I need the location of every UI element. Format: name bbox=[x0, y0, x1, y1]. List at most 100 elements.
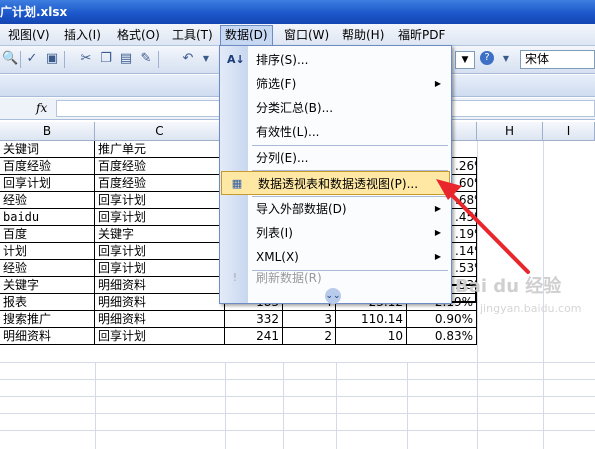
cell[interactable]: 报表 bbox=[0, 294, 95, 311]
cell[interactable]: 2 bbox=[283, 328, 336, 345]
cell[interactable]: 搜索推广 bbox=[0, 311, 95, 328]
cell[interactable]: 经验 bbox=[0, 260, 95, 277]
gridline bbox=[336, 362, 337, 449]
cell[interactable]: 明细资料 bbox=[95, 277, 225, 294]
menubar: 视图(V) 插入(I) 格式(O) 工具(T) 数据(D) 窗口(W) 帮助(H… bbox=[0, 24, 595, 46]
cell[interactable]: 关键词 bbox=[0, 141, 95, 158]
fx-icon[interactable]: fx bbox=[36, 101, 47, 115]
copy-icon[interactable]: ❐ bbox=[98, 51, 114, 67]
refresh-icon: ! bbox=[232, 271, 238, 284]
cell[interactable]: 332 bbox=[225, 311, 283, 328]
menu-foxit-pdf[interactable]: 福昕PDF bbox=[394, 26, 449, 44]
menu-item-label: 有效性(L)... bbox=[256, 125, 320, 139]
undo-icon[interactable]: ↶ bbox=[180, 51, 196, 67]
submenu-arrow-icon: ▶ bbox=[434, 228, 441, 237]
column-header-i[interactable]: I bbox=[543, 122, 595, 141]
cell[interactable]: 回享计划 bbox=[95, 192, 225, 209]
gridline bbox=[283, 362, 284, 449]
font-name-input[interactable]: 宋体 bbox=[520, 50, 595, 69]
cell[interactable]: .60% bbox=[452, 175, 477, 192]
toolbar-options-icon[interactable]: ▼ bbox=[498, 51, 514, 67]
cell[interactable]: 0.90% bbox=[407, 311, 477, 328]
cell[interactable]: .45% bbox=[452, 209, 477, 226]
cell[interactable]: baidu bbox=[0, 209, 95, 226]
menu-view[interactable]: 视图(V) bbox=[4, 26, 54, 44]
cut-icon[interactable]: ✂ bbox=[78, 51, 94, 67]
print-preview-icon[interactable]: 🔍 bbox=[2, 51, 18, 67]
menu-item-validation[interactable]: 有效性(L)... bbox=[220, 120, 451, 144]
menu-item-import-external-data[interactable]: 导入外部数据(D) ▶ bbox=[220, 197, 451, 221]
menu-tools[interactable]: 工具(T) bbox=[168, 26, 217, 44]
help-icon[interactable]: ? bbox=[480, 51, 494, 65]
cell[interactable]: 回享计划 bbox=[95, 260, 225, 277]
cell[interactable]: 百度 bbox=[0, 226, 95, 243]
cell[interactable]: .68% bbox=[452, 192, 477, 209]
menu-item-label: 排序(S)... bbox=[256, 53, 309, 67]
cell[interactable]: 110.14 bbox=[336, 311, 407, 328]
menu-item-label: 列表(I) bbox=[256, 226, 293, 240]
menu-insert[interactable]: 插入(I) bbox=[60, 26, 105, 44]
cell[interactable]: 明细资料 bbox=[95, 311, 225, 328]
toolbar-separator bbox=[20, 51, 21, 68]
cell[interactable]: 推广单元 bbox=[95, 141, 225, 158]
cell[interactable]: 明细资料 bbox=[0, 328, 95, 345]
data-menu-dropdown: A↓ 排序(S)... 筛选(F) ▶ 分类汇总(B)... 有效性(L)...… bbox=[219, 45, 452, 304]
toolbar-separator bbox=[64, 51, 65, 68]
cell[interactable]: 3 bbox=[283, 311, 336, 328]
cell[interactable]: 0.83% bbox=[407, 328, 477, 345]
menu-item-refresh-data: ! 刷新数据(R) bbox=[220, 266, 451, 290]
menu-item-pivot-table[interactable]: ▦ 数据透视表和数据透视图(P)... bbox=[221, 171, 450, 195]
cell[interactable]: 计划 bbox=[0, 243, 95, 260]
cell[interactable]: 明细资料 bbox=[95, 294, 225, 311]
menu-window[interactable]: 窗口(W) bbox=[280, 26, 333, 44]
gridline bbox=[0, 396, 595, 397]
expand-menu-icon[interactable]: ⌄⌄ bbox=[325, 288, 341, 304]
menu-help[interactable]: 帮助(H) bbox=[338, 26, 388, 44]
cell[interactable]: 10 bbox=[336, 328, 407, 345]
cell[interactable]: 241 bbox=[225, 328, 283, 345]
cell[interactable]: 关键字 bbox=[0, 277, 95, 294]
cell[interactable]: 回享计划 bbox=[95, 328, 225, 345]
cell[interactable]: 百度经验 bbox=[95, 175, 225, 192]
cell[interactable]: .14% bbox=[452, 243, 477, 260]
zoom-dropdown[interactable]: ▼ bbox=[455, 51, 475, 69]
gridline bbox=[407, 362, 408, 449]
cell[interactable]: 回享计划 bbox=[0, 175, 95, 192]
toolbar-separator bbox=[158, 51, 159, 68]
cell[interactable]: 回享计划 bbox=[95, 209, 225, 226]
column-header-g[interactable] bbox=[452, 122, 477, 141]
menu-item-subtotals[interactable]: 分类汇总(B)... bbox=[220, 96, 451, 120]
menu-item-list[interactable]: 列表(I) ▶ bbox=[220, 221, 451, 245]
window-title: 广计划.xlsx bbox=[0, 5, 68, 19]
cell[interactable]: 百度经验 bbox=[0, 158, 95, 175]
column-header-h[interactable]: H bbox=[477, 122, 543, 141]
column-header-b[interactable]: B bbox=[0, 122, 95, 141]
menu-item-label: 导入外部数据(D) bbox=[256, 202, 347, 216]
menu-item-text-to-columns[interactable]: 分列(E)... bbox=[220, 146, 451, 170]
cell[interactable]: 回享计划 bbox=[95, 243, 225, 260]
cell[interactable]: 关键字 bbox=[95, 226, 225, 243]
menu-item-label: 分列(E)... bbox=[256, 151, 309, 165]
baidu-watermark-url: jingyan.baidu.com bbox=[480, 302, 582, 315]
cell[interactable]: .26% bbox=[452, 158, 477, 175]
menu-item-filter[interactable]: 筛选(F) ▶ bbox=[220, 72, 451, 96]
undo-dropdown-icon[interactable]: ▼ bbox=[198, 51, 214, 67]
submenu-arrow-icon: ▶ bbox=[434, 79, 441, 88]
cell[interactable]: 百度经验 bbox=[95, 158, 225, 175]
spelling-icon[interactable]: ✓ bbox=[24, 51, 40, 67]
menu-format[interactable]: 格式(O) bbox=[113, 26, 164, 44]
pivot-table-icon: ▦ bbox=[231, 177, 243, 190]
format-painter-icon[interactable]: ✎ bbox=[138, 51, 154, 67]
menu-item-sort[interactable]: A↓ 排序(S)... bbox=[220, 48, 451, 72]
cell[interactable]: .19% bbox=[452, 226, 477, 243]
cell[interactable]: 经验 bbox=[0, 192, 95, 209]
menu-item-label: 数据透视表和数据透视图(P)... bbox=[258, 177, 419, 191]
menu-item-label: 分类汇总(B)... bbox=[256, 101, 334, 115]
menu-data[interactable]: 数据(D) bbox=[220, 25, 273, 46]
table-row: 明细资料 回享计划 241 2 10 0.83% bbox=[0, 328, 595, 345]
menu-item-label: 筛选(F) bbox=[256, 77, 297, 91]
research-icon[interactable]: ▣ bbox=[44, 51, 60, 67]
column-header-c[interactable]: C bbox=[95, 122, 225, 141]
baidu-watermark: Bai du 经验 bbox=[455, 276, 562, 297]
paste-icon[interactable]: ▤ bbox=[118, 51, 134, 67]
